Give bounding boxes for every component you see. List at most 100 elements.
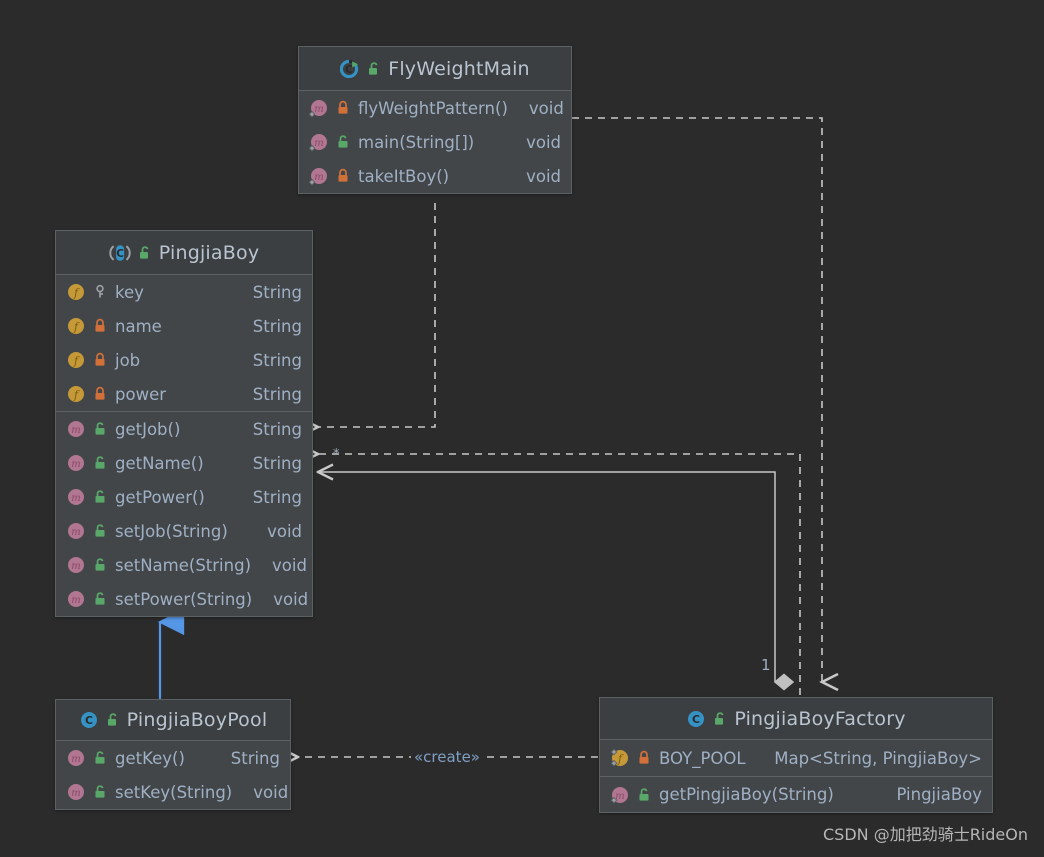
runnable-class-icon: C bbox=[340, 59, 360, 79]
svg-text:m: m bbox=[71, 754, 80, 765]
method-row-getname[interactable]: m getName() String bbox=[56, 446, 312, 480]
field-row-power[interactable]: f power String bbox=[56, 377, 312, 411]
method-icon: m bbox=[65, 782, 87, 802]
class-box-pingjiaboyfactory[interactable]: C PingjiaBoyFactory f BOY_POOL Map<Strin… bbox=[599, 697, 993, 813]
static-method-icon: m bbox=[609, 785, 631, 805]
svg-text:m: m bbox=[71, 527, 80, 538]
connector-flyweightmain-to-pingjiaboy bbox=[318, 203, 436, 427]
method-name: setName(String) bbox=[115, 555, 252, 575]
method-icon: m bbox=[65, 453, 87, 473]
unlocked-green-icon bbox=[94, 750, 108, 766]
connector-flyweightmain-to-factory bbox=[572, 117, 839, 692]
class-header-pingjiaboyfactory: C PingjiaBoyFactory bbox=[600, 698, 992, 740]
class-icon: C bbox=[79, 710, 99, 730]
connector-factory-to-pingjiaboy bbox=[318, 454, 801, 695]
svg-text:m: m bbox=[71, 493, 80, 504]
class-box-flyweightmain[interactable]: C FlyWeightMain m flyWeightPattern() voi… bbox=[298, 46, 572, 194]
static-field-icon: f bbox=[609, 748, 631, 768]
member-type: void bbox=[526, 132, 561, 152]
locked-orange-icon bbox=[94, 352, 108, 368]
unlocked-green-icon bbox=[94, 557, 108, 573]
field-name: key bbox=[115, 282, 144, 302]
member-name: BOY_POOL bbox=[659, 748, 746, 768]
method-icon: m bbox=[65, 419, 87, 439]
member-row-flyweightpattern[interactable]: m flyWeightPattern() void bbox=[299, 91, 571, 125]
class-box-pingjiaboypool[interactable]: C PingjiaBoyPool m getKey() String m set… bbox=[55, 699, 291, 810]
watermark-text: CSDN @加把劲骑士RideOn bbox=[822, 825, 1028, 844]
locked-orange-icon bbox=[638, 750, 652, 766]
unlocked-green-icon bbox=[638, 787, 652, 803]
svg-text:C: C bbox=[85, 714, 93, 727]
field-type: String bbox=[252, 282, 302, 302]
unlocked-green-icon bbox=[138, 245, 152, 261]
member-name: setKey(String) bbox=[115, 782, 233, 802]
static-method-icon: m bbox=[308, 98, 330, 118]
class-icon: C bbox=[686, 709, 706, 729]
method-list-pingjiaboy: m getJob() String m getName() String m g… bbox=[56, 411, 312, 616]
key-icon bbox=[94, 284, 108, 300]
method-type: void bbox=[267, 521, 302, 541]
locked-orange-icon bbox=[94, 386, 108, 402]
method-type: String bbox=[252, 419, 302, 439]
member-row-boy-pool[interactable]: f BOY_POOL Map<String, PingjiaBoy> bbox=[600, 740, 992, 776]
member-row-main[interactable]: m main(String[]) void bbox=[299, 125, 571, 159]
member-row-setkey[interactable]: m setKey(String) void bbox=[56, 775, 290, 809]
field-type: String bbox=[252, 384, 302, 404]
unlocked-green-icon bbox=[106, 712, 120, 728]
field-list-pingjiaboy: f key String f name String f job String … bbox=[56, 275, 312, 411]
field-row-job[interactable]: f job String bbox=[56, 343, 312, 377]
svg-text:m: m bbox=[314, 172, 323, 183]
member-type: void bbox=[528, 98, 564, 118]
method-row-getpower[interactable]: m getPower() String bbox=[56, 480, 312, 514]
method-icon: m bbox=[65, 748, 87, 768]
field-name: job bbox=[115, 350, 141, 370]
field-icon: f bbox=[65, 316, 87, 336]
member-name: getPingjiaBoy(String) bbox=[659, 785, 834, 804]
member-name: getKey() bbox=[115, 748, 185, 768]
method-row-setjob[interactable]: m setJob(String) void bbox=[56, 514, 312, 548]
unlocked-green-icon bbox=[94, 784, 108, 800]
unlocked-green-icon bbox=[713, 711, 727, 727]
class-header-pingjiaboypool: C PingjiaBoyPool bbox=[56, 700, 290, 741]
member-list-pingjiaboyfactory: f BOY_POOL Map<String, PingjiaBoy> m get… bbox=[600, 740, 992, 812]
member-row-takeitboy[interactable]: m takeItBoy() void bbox=[299, 159, 571, 193]
member-row-getpingjiaboy[interactable]: m getPingjiaBoy(String) PingjiaBoy bbox=[600, 776, 992, 812]
method-row-setpower[interactable]: m setPower(String) void bbox=[56, 582, 312, 616]
method-name: getName() bbox=[115, 453, 204, 473]
field-type: String bbox=[252, 350, 302, 370]
member-list-flyweightmain: m flyWeightPattern() void m main(String[… bbox=[299, 91, 571, 193]
member-type: void bbox=[253, 782, 289, 802]
field-name: name bbox=[115, 316, 162, 336]
locked-orange-icon bbox=[94, 318, 108, 334]
method-type: void bbox=[273, 589, 309, 609]
method-icon: m bbox=[65, 589, 87, 609]
method-row-setname[interactable]: m setName(String) void bbox=[56, 548, 312, 582]
method-icon: m bbox=[65, 487, 87, 507]
class-title-pingjiaboypool: PingjiaBoyPool bbox=[126, 709, 268, 731]
svg-text:C: C bbox=[692, 713, 700, 726]
class-box-pingjiaboy[interactable]: C PingjiaBoy f key String f name String … bbox=[55, 230, 313, 617]
member-list-pingjiaboypool: m getKey() String m setKey(String) void bbox=[56, 741, 290, 809]
method-row-getjob[interactable]: m getJob() String bbox=[56, 412, 312, 446]
class-title-pingjiaboy: PingjiaBoy bbox=[158, 241, 260, 264]
unlocked-green-icon bbox=[94, 455, 108, 471]
member-row-getkey[interactable]: m getKey() String bbox=[56, 741, 290, 775]
svg-text:C: C bbox=[345, 64, 353, 76]
locked-orange-icon bbox=[337, 168, 351, 184]
field-row-name[interactable]: f name String bbox=[56, 309, 312, 343]
svg-text:C: C bbox=[116, 248, 124, 260]
field-icon: f bbox=[65, 282, 87, 302]
member-type: String bbox=[230, 748, 280, 768]
static-method-icon: m bbox=[308, 166, 330, 186]
svg-text:m: m bbox=[71, 788, 80, 799]
create-stereotype-label: «create» bbox=[411, 748, 483, 766]
field-row-key[interactable]: f key String bbox=[56, 275, 312, 309]
class-title-pingjiaboyfactory: PingjiaBoyFactory bbox=[734, 707, 906, 730]
svg-text:m: m bbox=[314, 138, 323, 149]
class-header-pingjiaboy: C PingjiaBoy bbox=[56, 231, 312, 275]
class-header-flyweightmain: C FlyWeightMain bbox=[299, 47, 571, 91]
locked-orange-icon bbox=[337, 100, 351, 116]
field-type: String bbox=[252, 316, 302, 336]
member-name: takeItBoy() bbox=[358, 166, 450, 186]
method-icon: m bbox=[65, 555, 87, 575]
